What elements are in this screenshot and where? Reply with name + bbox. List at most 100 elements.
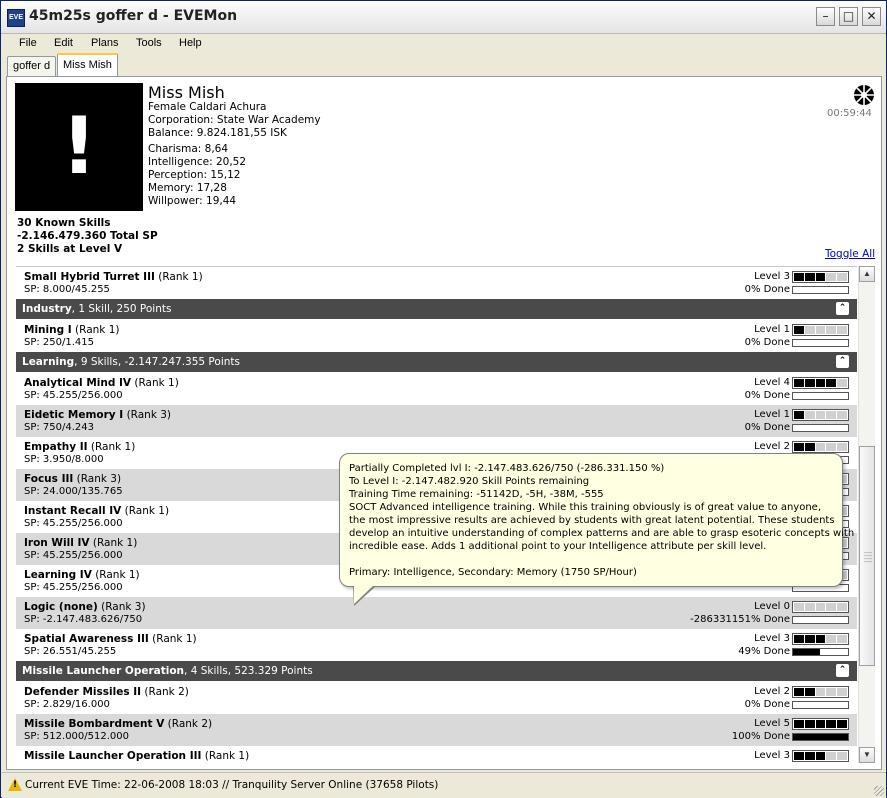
level-cell — [837, 379, 847, 387]
level-cell — [804, 720, 815, 728]
skill-level-text: Level 2 — [754, 686, 790, 697]
skill-level-text: Level 3 — [754, 633, 790, 644]
skill-rank: (Rank 1) — [204, 750, 250, 762]
skill-name-line: Missile Launcher Operation III (Rank 1) — [24, 750, 249, 762]
update-timer: 00:59:44 — [827, 108, 872, 119]
tooltip-line: To Level I: -2.147.482.920 Skill Points … — [349, 476, 590, 487]
maximize-button[interactable]: □ — [839, 7, 858, 26]
skill-progress-bar — [792, 616, 849, 624]
skill-progress-bar — [792, 424, 849, 432]
skill-row[interactable]: Missile Launcher Operation III (Rank 1) L… — [16, 746, 857, 764]
skill-done-text: -286331151% Done — [690, 614, 790, 625]
tab-goffer-d[interactable]: goffer d — [7, 56, 57, 76]
skill-name: Logic (none) — [24, 601, 98, 613]
close-button[interactable]: ✕ — [862, 7, 881, 26]
loading-throbber-icon[interactable] — [853, 84, 875, 106]
skill-row[interactable]: Missile Bombardment V (Rank 2) SP: 512.00… — [16, 714, 857, 746]
skill-sp: SP: 26.551/45.255 — [24, 646, 117, 657]
skill-progress-fill — [793, 734, 848, 740]
scroll-thumb[interactable]: — — — — — [859, 446, 875, 666]
scroll-down-button[interactable]: ▼ — [859, 747, 875, 763]
skill-name: Spatial Awareness III — [24, 633, 149, 645]
collapse-icon[interactable]: ⌃ — [836, 355, 849, 368]
skill-sp: SP: 45.255/256.000 — [24, 582, 123, 593]
skill-group-header[interactable]: Learning, 9 Skills, -2.147.247.355 Point… — [16, 352, 857, 372]
skill-level-text: Level 1 — [754, 409, 790, 420]
level-cell — [804, 635, 815, 643]
skill-sp: SP: 45.255/256.000 — [24, 550, 123, 561]
skill-rank: (Rank 1) — [95, 569, 140, 581]
tooltip-tail-fill — [354, 585, 374, 604]
resize-grip-icon[interactable] — [874, 786, 884, 796]
group-label: Industry, 1 Skill, 250 Points — [22, 303, 171, 315]
menu-tools[interactable]: Tools — [136, 37, 162, 49]
menu-file[interactable]: File — [19, 37, 37, 49]
skill-name: Analytical Mind IV — [24, 377, 132, 389]
skill-done-text: 49% Done — [738, 646, 790, 657]
menu-bar: File Edit Plans Tools Help — [2, 34, 886, 54]
level-cell — [826, 443, 837, 451]
character-tabs: goffer d Miss Mish — [2, 53, 886, 76]
level-cell — [794, 273, 804, 281]
level-cell — [815, 273, 826, 281]
skill-row[interactable]: Spatial Awareness III (Rank 1) SP: 26.551… — [16, 629, 857, 661]
skill-name: Empathy II — [24, 441, 88, 453]
skill-name-line: Instant Recall IV (Rank 1) — [24, 505, 169, 517]
group-meta: , 4 Skills, 523.329 Points — [184, 665, 313, 677]
skill-progress-bar — [792, 286, 849, 294]
skill-group-header[interactable]: Missile Launcher Operation, 4 Skills, 52… — [16, 661, 857, 681]
scroll-up-button[interactable]: ▲ — [859, 266, 875, 282]
skill-group-header[interactable]: Industry, 1 Skill, 250 Points ⌃ — [16, 299, 857, 319]
attribute-charisma: Charisma: 8,64 — [148, 143, 229, 155]
level-cell — [794, 326, 804, 334]
level-cell — [804, 379, 815, 387]
skill-row[interactable]: Mining I (Rank 1) SP: 250/1.415 Level 1 0% … — [16, 320, 857, 352]
app-icon[interactable]: EVE — [7, 9, 25, 27]
skill-progress-bar — [792, 648, 849, 656]
group-label: Missile Launcher Operation, 4 Skills, 52… — [22, 665, 313, 677]
group-name: Missile Launcher Operation — [22, 665, 185, 677]
skill-name-line: Defender Missiles II (Rank 2) — [24, 686, 189, 698]
minimize-button[interactable]: – — [816, 7, 835, 26]
skill-row[interactable]: Small Hybrid Turret III (Rank 1) SP: 8.00… — [16, 267, 857, 299]
toggle-all-link[interactable]: Toggle All — [825, 248, 875, 260]
character-panel: ! Miss Mish Female Caldari Achura Corpor… — [6, 76, 882, 770]
menu-edit[interactable]: Edit — [54, 37, 73, 49]
skill-done-text: 0% Done — [744, 337, 790, 348]
skill-list-scrollbar[interactable]: ▲ — — — — ▼ — [858, 266, 875, 763]
level-cell — [826, 273, 837, 281]
group-meta: , 1 Skill, 250 Points — [71, 303, 172, 315]
tooltip-line: SOCT Advanced intelligence training. Whi… — [349, 502, 821, 513]
skill-name-line: Logic (none) (Rank 3) — [24, 601, 146, 613]
character-balance: Balance: 9.824.181,55 ISK — [148, 127, 287, 139]
character-bio: Female Caldari Achura — [148, 101, 267, 113]
level-cell — [837, 443, 847, 451]
skill-done-text: 0% Done — [744, 284, 790, 295]
level-cell — [837, 603, 847, 611]
skill-rank: (Rank 2) — [167, 718, 213, 730]
level-cell — [826, 752, 837, 760]
skill-row[interactable]: Logic (none) (Rank 3) SP: -2.147.483.626/… — [16, 597, 857, 629]
group-label: Learning, 9 Skills, -2.147.247.355 Point… — [22, 356, 240, 368]
menu-plans[interactable]: Plans — [91, 37, 119, 49]
skill-level-bar — [792, 409, 849, 421]
skill-row[interactable]: Defender Missiles II (Rank 2) SP: 2.829/1… — [16, 682, 857, 714]
skill-rank: (Rank 3) — [76, 473, 122, 485]
skill-level-bar — [792, 441, 849, 453]
tab-miss-mish[interactable]: Miss Mish — [57, 53, 118, 76]
skill-sp: SP: 2.829/16.000 — [24, 699, 110, 710]
tooltip-line: the most impressive results are achieved… — [349, 515, 835, 526]
collapse-icon[interactable]: ⌃ — [836, 302, 849, 315]
title-bar[interactable]: EVE 45m25s goffer d - EVEMon – □ ✕ — [1, 1, 886, 34]
skill-level-text: Level 3 — [754, 271, 790, 282]
level-cell — [826, 326, 837, 334]
menu-help[interactable]: Help — [179, 37, 202, 49]
skill-rank: (Rank 1) — [134, 377, 179, 389]
collapse-icon[interactable]: ⌃ — [836, 664, 849, 677]
skill-sp: SP: 8.000/45.255 — [24, 284, 110, 295]
character-name: Miss Mish — [148, 83, 225, 102]
skill-row[interactable]: Analytical Mind IV (Rank 1) SP: 45.255/25… — [16, 373, 857, 405]
skill-row[interactable]: Eidetic Memory I (Rank 3) SP: 750/4.243 Le… — [16, 405, 857, 437]
level-cell — [815, 326, 826, 334]
level-cell — [826, 720, 837, 728]
